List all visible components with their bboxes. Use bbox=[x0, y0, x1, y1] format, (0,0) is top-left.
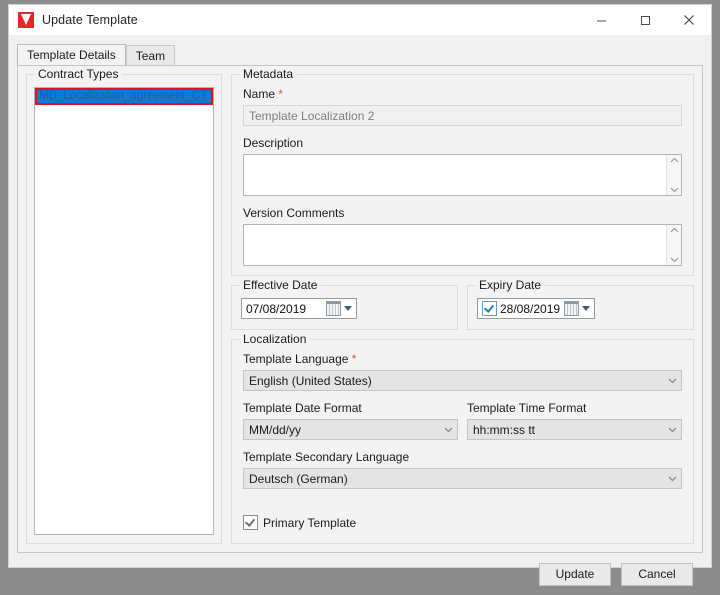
template-language-value: English (United States) bbox=[249, 374, 663, 388]
app-logo-icon bbox=[18, 12, 34, 28]
template-secondary-language-label: Template Secondary Language bbox=[243, 450, 682, 464]
expiry-date-picker[interactable]: 28/08/2019 bbox=[477, 298, 595, 319]
contract-types-listbox[interactable]: MD_Localization_agreement_CT bbox=[34, 87, 214, 535]
chevron-down-icon[interactable] bbox=[439, 427, 457, 433]
localization-title: Localization bbox=[239, 332, 310, 346]
list-item[interactable]: MD_Localization_agreement_CT bbox=[36, 89, 212, 104]
chevron-down-icon[interactable] bbox=[663, 378, 681, 384]
name-required-marker: * bbox=[278, 87, 283, 101]
template-secondary-language-select[interactable]: Deutsch (German) bbox=[243, 468, 682, 489]
scroll-down-icon[interactable] bbox=[670, 187, 679, 193]
version-comments-label: Version Comments bbox=[243, 206, 682, 220]
template-language-label-text: Template Language bbox=[243, 352, 348, 366]
window-controls bbox=[579, 5, 711, 35]
tab-template-details[interactable]: Template Details bbox=[17, 44, 126, 65]
primary-template-label: Primary Template bbox=[263, 516, 356, 530]
expiry-date-checkbox[interactable] bbox=[482, 301, 497, 316]
metadata-group: Metadata Name * Description bbox=[231, 74, 694, 276]
scroll-up-icon[interactable] bbox=[670, 227, 679, 233]
update-button[interactable]: Update bbox=[539, 563, 611, 586]
description-textarea[interactable] bbox=[243, 154, 682, 196]
effective-date-value: 07/08/2019 bbox=[246, 302, 322, 316]
scroll-down-icon[interactable] bbox=[670, 257, 679, 263]
effective-date-group: Effective Date 07/08/2019 bbox=[231, 285, 458, 330]
primary-template-checkbox-row[interactable]: Primary Template bbox=[243, 515, 682, 530]
effective-date-picker[interactable]: 07/08/2019 bbox=[241, 298, 357, 319]
metadata-title: Metadata bbox=[239, 67, 297, 81]
template-date-format-label: Template Date Format bbox=[243, 401, 458, 415]
template-language-label: Template Language * bbox=[243, 352, 682, 366]
chevron-down-icon[interactable] bbox=[663, 476, 681, 482]
localization-group: Localization Template Language * English… bbox=[231, 339, 694, 544]
template-time-format-select[interactable]: hh:mm:ss tt bbox=[467, 419, 682, 440]
update-template-dialog: Update Template Template Details Team Co… bbox=[8, 4, 712, 568]
template-secondary-language-value: Deutsch (German) bbox=[249, 472, 663, 486]
version-comments-scrollbar[interactable] bbox=[666, 225, 681, 265]
contract-types-title: Contract Types bbox=[34, 67, 122, 81]
expiry-date-title: Expiry Date bbox=[475, 278, 545, 292]
template-details-panel: Contract Types MD_Localization_agreement… bbox=[17, 65, 703, 553]
format-row: Template Date Format MM/dd/yy Template T… bbox=[243, 401, 682, 440]
cancel-button-label: Cancel bbox=[638, 567, 675, 581]
chevron-down-icon[interactable] bbox=[582, 306, 590, 311]
tab-template-details-label: Template Details bbox=[27, 48, 116, 62]
list-item-label: MD_Localization_agreement_CT bbox=[39, 90, 207, 102]
template-time-format-col: Template Time Format hh:mm:ss tt bbox=[467, 401, 682, 440]
primary-template-checkbox[interactable] bbox=[243, 515, 258, 530]
calendar-icon[interactable] bbox=[564, 301, 579, 316]
effective-date-title: Effective Date bbox=[239, 278, 321, 292]
version-comments-textarea[interactable] bbox=[243, 224, 682, 266]
tab-strip: Template Details Team bbox=[17, 43, 711, 65]
name-input[interactable] bbox=[243, 105, 682, 126]
date-row: Effective Date 07/08/2019 Expiry Date 28… bbox=[231, 285, 694, 330]
contract-types-group: Contract Types MD_Localization_agreement… bbox=[26, 74, 222, 544]
update-button-label: Update bbox=[556, 567, 595, 581]
template-date-format-select[interactable]: MM/dd/yy bbox=[243, 419, 458, 440]
window-title: Update Template bbox=[42, 13, 138, 27]
description-label: Description bbox=[243, 136, 682, 150]
close-button[interactable] bbox=[667, 5, 711, 35]
template-language-required-marker: * bbox=[352, 352, 357, 366]
version-comments-textarea-body[interactable] bbox=[244, 225, 666, 265]
minimize-button[interactable] bbox=[579, 5, 623, 35]
template-date-format-value: MM/dd/yy bbox=[249, 423, 439, 437]
chevron-down-icon[interactable] bbox=[663, 427, 681, 433]
calendar-icon[interactable] bbox=[326, 301, 341, 316]
template-date-format-col: Template Date Format MM/dd/yy bbox=[243, 401, 458, 440]
maximize-button[interactable] bbox=[623, 5, 667, 35]
template-language-select[interactable]: English (United States) bbox=[243, 370, 682, 391]
name-label-text: Name bbox=[243, 87, 275, 101]
description-scrollbar[interactable] bbox=[666, 155, 681, 195]
expiry-date-value: 28/08/2019 bbox=[500, 302, 560, 316]
scroll-up-icon[interactable] bbox=[670, 157, 679, 163]
name-label: Name * bbox=[243, 87, 682, 101]
dialog-footer: Update Cancel bbox=[9, 553, 711, 595]
tab-team[interactable]: Team bbox=[126, 45, 175, 65]
template-time-format-label: Template Time Format bbox=[467, 401, 682, 415]
template-time-format-value: hh:mm:ss tt bbox=[473, 423, 663, 437]
right-pane: Metadata Name * Description bbox=[231, 74, 694, 544]
description-textarea-body[interactable] bbox=[244, 155, 666, 195]
title-bar: Update Template bbox=[9, 5, 711, 35]
tab-team-label: Team bbox=[136, 49, 165, 63]
chevron-down-icon[interactable] bbox=[344, 306, 352, 311]
expiry-date-group: Expiry Date 28/08/2019 bbox=[467, 285, 694, 330]
cancel-button[interactable]: Cancel bbox=[621, 563, 693, 586]
